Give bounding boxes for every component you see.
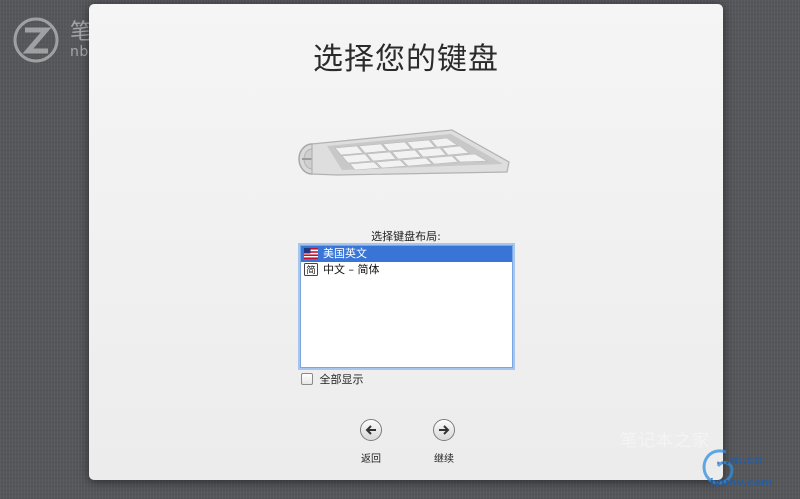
layout-item-label: 美国英文 bbox=[323, 247, 367, 260]
show-all-row[interactable]: 全部显示 bbox=[301, 373, 364, 387]
installer-panel: 选择您的键盘 选择键盘布局: 美国英文 简 中文 – 简体 全部显示 返回 继续 bbox=[89, 4, 723, 480]
watermark-bottom-right: 笔记本之家 ...m.cn iyunv.com bbox=[610, 426, 796, 496]
continue-button-label: 继续 bbox=[434, 454, 454, 465]
zol-logo-icon bbox=[13, 17, 59, 63]
layout-item-simplified-chinese[interactable]: 简 中文 – 简体 bbox=[301, 262, 512, 278]
keyboard-layout-label: 选择键盘布局: bbox=[371, 230, 441, 243]
layout-item-us-english[interactable]: 美国英文 bbox=[301, 246, 512, 262]
continue-circle[interactable] bbox=[433, 419, 455, 441]
back-circle[interactable] bbox=[360, 419, 382, 441]
layout-item-label: 中文 – 简体 bbox=[323, 263, 380, 276]
keyboard-layout-list[interactable]: 美国英文 简 中文 – 简体 bbox=[300, 245, 513, 368]
show-all-label: 全部显示 bbox=[319, 373, 364, 386]
arrow-left-icon bbox=[365, 425, 376, 435]
input-badge-glyph: 简 bbox=[306, 265, 316, 277]
show-all-checkbox[interactable] bbox=[301, 373, 313, 385]
simplified-chinese-input-icon: 简 bbox=[304, 263, 318, 276]
arrow-right-icon bbox=[439, 425, 450, 435]
page-title: 选择您的键盘 bbox=[313, 42, 499, 77]
continue-button[interactable]: 继续 bbox=[422, 419, 466, 465]
back-button[interactable]: 返回 bbox=[349, 419, 393, 465]
watermark-url-bottom: ...m.cn bbox=[716, 453, 763, 467]
back-button-label: 返回 bbox=[361, 454, 381, 465]
watermark-site-bottom: iyunv.com bbox=[710, 476, 773, 489]
us-flag-icon bbox=[304, 248, 318, 259]
keyboard-illustration-icon bbox=[298, 129, 510, 176]
